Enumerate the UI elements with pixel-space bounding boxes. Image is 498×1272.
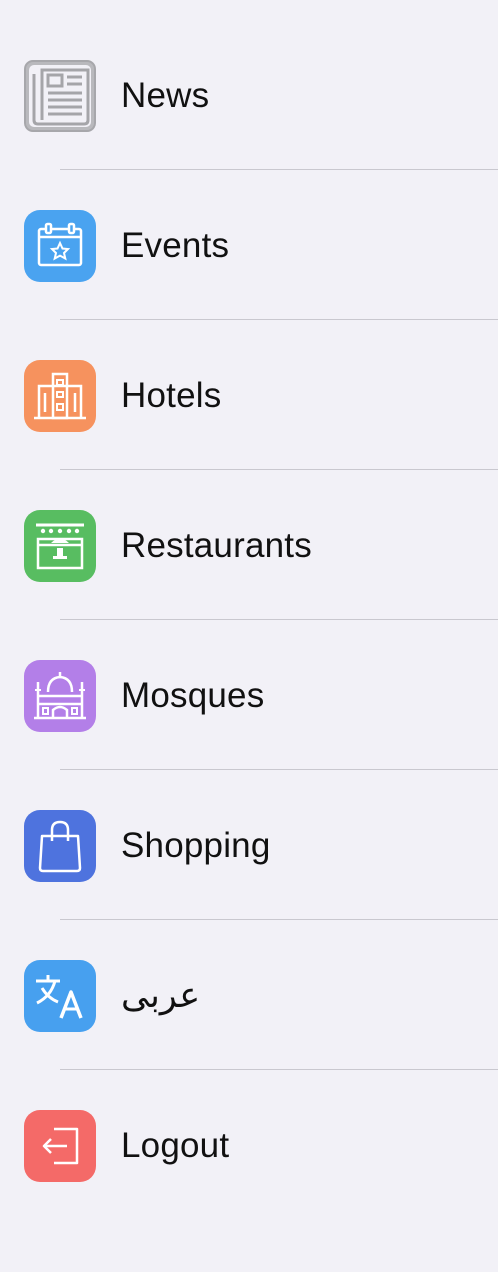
menu-item-label: Restaurants xyxy=(121,526,312,565)
mosque-icon xyxy=(24,660,96,732)
logout-icon xyxy=(24,1110,96,1182)
menu-item-shopping[interactable]: Shopping xyxy=(0,770,498,920)
menu-item-label: Logout xyxy=(121,1126,230,1165)
calendar-star-icon xyxy=(24,210,96,282)
menu-item-label: Shopping xyxy=(121,826,271,865)
hotel-building-icon xyxy=(24,360,96,432)
menu-item-label: Mosques xyxy=(121,676,265,715)
menu-item-news[interactable]: News xyxy=(0,20,498,170)
translate-icon xyxy=(24,960,96,1032)
menu-item-label: عربى xyxy=(121,976,201,1015)
menu-item-arabic-language[interactable]: عربى xyxy=(0,920,498,1070)
newspaper-icon xyxy=(24,60,96,132)
menu-item-events[interactable]: Events xyxy=(0,170,498,320)
shopping-bag-icon xyxy=(24,810,96,882)
menu-item-hotels[interactable]: Hotels xyxy=(0,320,498,470)
side-menu: News Events Hotels Restaurants Mosques S… xyxy=(0,20,498,1220)
menu-item-label: Events xyxy=(121,226,230,265)
menu-item-label: News xyxy=(121,76,210,115)
menu-item-logout[interactable]: Logout xyxy=(0,1070,498,1220)
menu-item-mosques[interactable]: Mosques xyxy=(0,620,498,770)
menu-item-restaurants[interactable]: Restaurants xyxy=(0,470,498,620)
menu-item-label: Hotels xyxy=(121,376,222,415)
restaurant-counter-icon xyxy=(24,510,96,582)
